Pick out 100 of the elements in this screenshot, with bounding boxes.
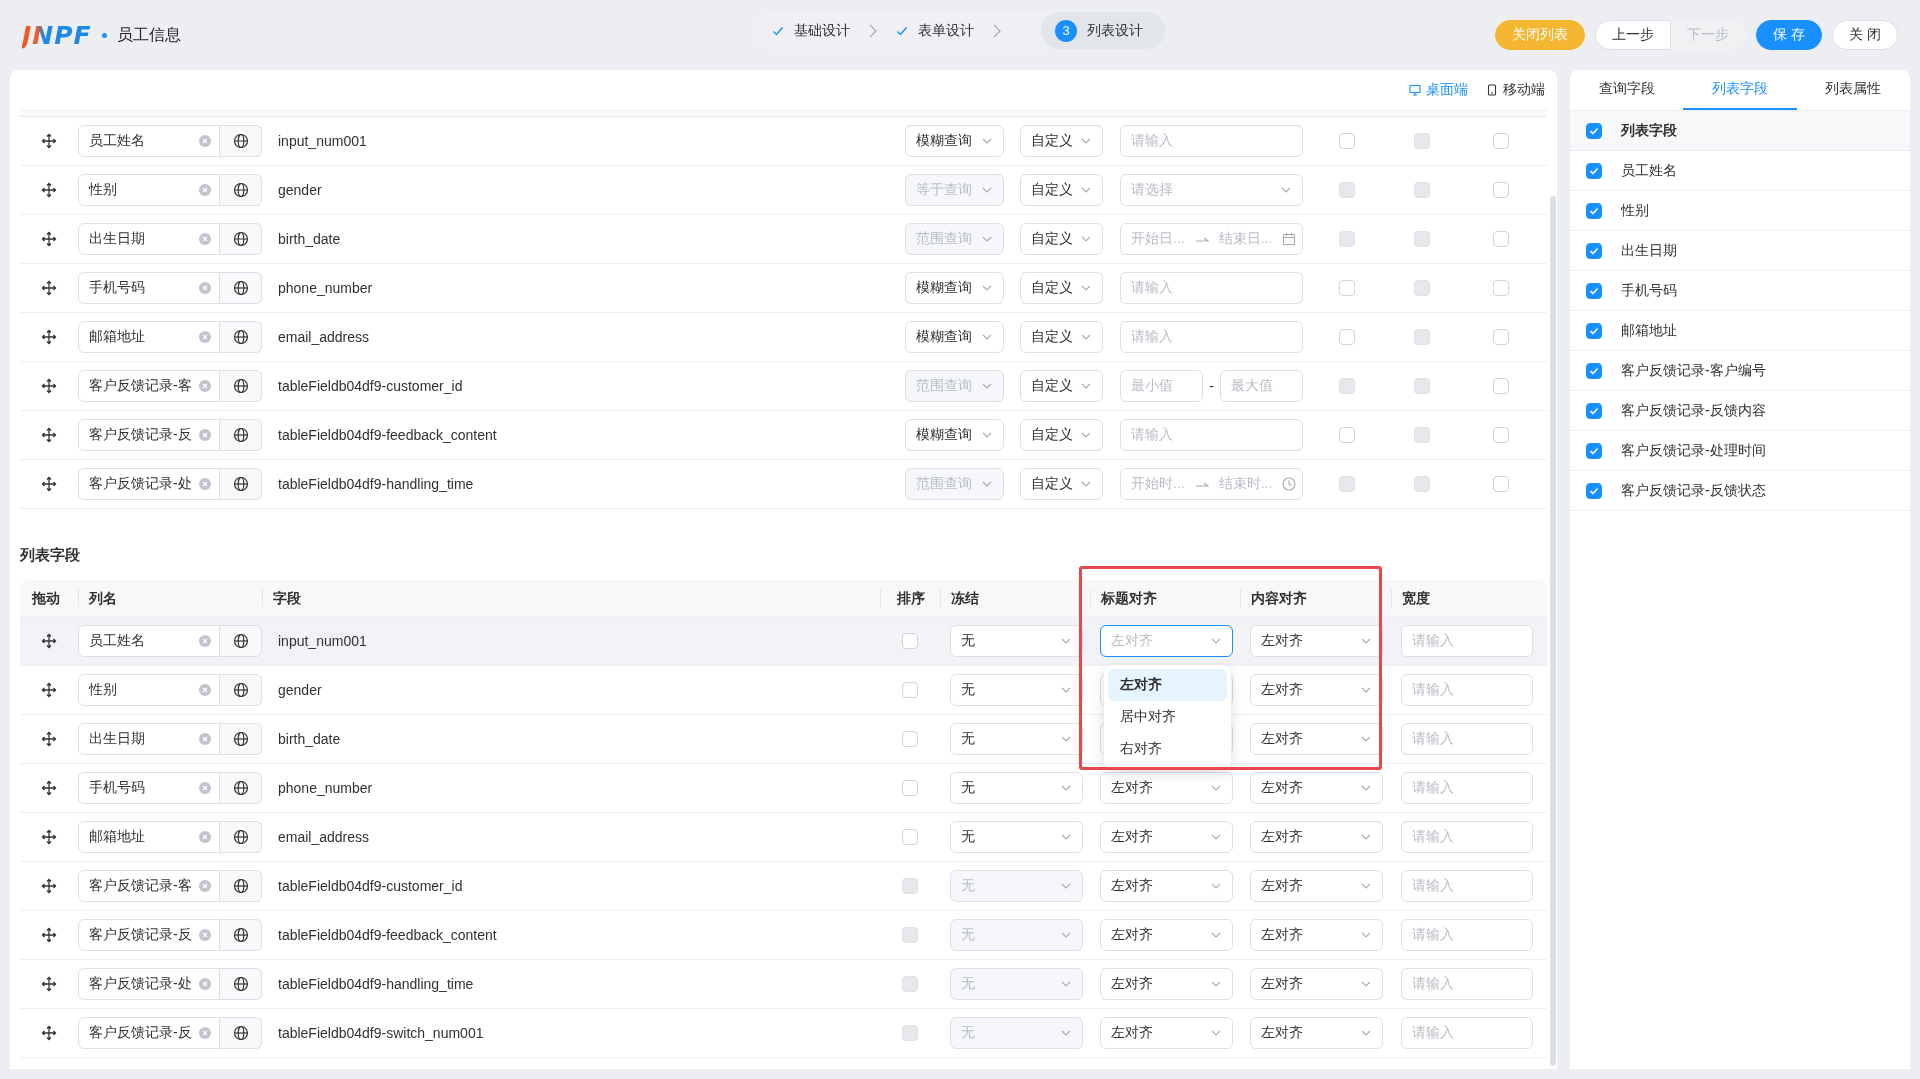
checkbox[interactable] — [1493, 182, 1509, 198]
column-name-field[interactable]: 客户反馈记录-反 — [78, 419, 220, 451]
checkbox[interactable] — [1493, 476, 1509, 492]
match-type-select[interactable]: 模糊查询 — [905, 125, 1004, 157]
clear-icon[interactable] — [199, 282, 211, 294]
checkbox[interactable] — [1339, 329, 1355, 345]
step[interactable]: 表单设计 — [896, 21, 974, 40]
column-name-field[interactable]: 手机号码 — [78, 272, 220, 304]
column-name-field[interactable]: 客户反馈记录-处 — [78, 468, 220, 500]
translate-button[interactable] — [220, 125, 262, 157]
checkbox[interactable] — [902, 682, 918, 698]
clear-icon[interactable] — [199, 929, 211, 941]
translate-button[interactable] — [220, 321, 262, 353]
title-align-select[interactable]: 左对齐 — [1100, 772, 1233, 804]
content-align-select[interactable]: 左对齐 — [1250, 821, 1383, 853]
clear-icon[interactable] — [199, 635, 211, 647]
column-name-field[interactable]: 客户反馈记录-反 — [78, 1017, 220, 1049]
checkbox[interactable] — [1339, 280, 1355, 296]
content-align-select[interactable]: 左对齐 — [1250, 674, 1383, 706]
title-align-select[interactable]: 左对齐 — [1100, 968, 1233, 1000]
move-icon[interactable] — [41, 133, 57, 149]
checkbox[interactable] — [1586, 322, 1602, 339]
translate-button[interactable] — [220, 821, 262, 853]
match-type-select[interactable]: 模糊查询 — [905, 272, 1004, 304]
move-icon[interactable] — [41, 378, 57, 394]
clear-icon[interactable] — [199, 184, 211, 196]
freeze-select[interactable]: 无 — [950, 625, 1083, 657]
checkbox[interactable] — [1493, 133, 1509, 149]
checkbox[interactable] — [902, 633, 918, 649]
translate-button[interactable] — [220, 370, 262, 402]
clear-icon[interactable] — [199, 978, 211, 990]
button[interactable]: 关 闭 — [1832, 20, 1898, 50]
move-icon[interactable] — [41, 231, 57, 247]
checkbox[interactable] — [1586, 402, 1602, 419]
checkbox[interactable] — [1586, 282, 1602, 299]
title-align-select[interactable]: 左对齐 — [1100, 1017, 1233, 1049]
clear-icon[interactable] — [199, 331, 211, 343]
move-icon[interactable] — [41, 280, 57, 296]
translate-button[interactable] — [220, 174, 262, 206]
column-name-field[interactable]: 客户反馈记录-客 — [78, 370, 220, 402]
column-name-field[interactable]: 客户反馈记录-处 — [78, 968, 220, 1000]
translate-button[interactable] — [220, 870, 262, 902]
move-icon[interactable] — [41, 976, 57, 992]
clear-icon[interactable] — [199, 831, 211, 843]
scrollbar[interactable] — [1550, 196, 1556, 1066]
checkbox[interactable] — [902, 780, 918, 796]
step[interactable]: 基础设计 — [772, 21, 850, 40]
dropdown-option[interactable]: 居中对齐 — [1108, 701, 1227, 733]
column-name-field[interactable]: 出生日期 — [78, 223, 220, 255]
column-name-field[interactable]: 客户反馈记录-反 — [78, 919, 220, 951]
title-align-select[interactable]: 左对齐 — [1100, 919, 1233, 951]
translate-button[interactable] — [220, 723, 262, 755]
freeze-select[interactable]: 无 — [950, 674, 1083, 706]
column-name-field[interactable]: 邮箱地址 — [78, 821, 220, 853]
checkbox[interactable] — [902, 829, 918, 845]
clear-icon[interactable] — [199, 233, 211, 245]
clear-icon[interactable] — [199, 380, 211, 392]
freeze-select[interactable]: 无 — [950, 723, 1083, 755]
control-type-select[interactable]: 自定义 — [1020, 468, 1103, 500]
column-name-field[interactable]: 出生日期 — [78, 723, 220, 755]
clear-icon[interactable] — [199, 782, 211, 794]
move-icon[interactable] — [41, 682, 57, 698]
match-type-select[interactable]: 模糊查询 — [905, 419, 1004, 451]
freeze-select[interactable]: 无 — [950, 821, 1083, 853]
checkbox[interactable] — [1586, 442, 1602, 459]
translate-button[interactable] — [220, 419, 262, 451]
match-type-select[interactable]: 模糊查询 — [905, 321, 1004, 353]
column-name-field[interactable]: 性别 — [78, 674, 220, 706]
device-tab[interactable]: 移动端 — [1486, 81, 1545, 99]
checkbox[interactable] — [1586, 122, 1602, 139]
title-align-select[interactable]: 左对齐 — [1100, 821, 1233, 853]
content-align-select[interactable]: 左对齐 — [1250, 723, 1383, 755]
checkbox[interactable] — [1586, 162, 1602, 179]
column-name-field[interactable]: 员工姓名 — [78, 625, 220, 657]
clear-icon[interactable] — [199, 733, 211, 745]
translate-button[interactable] — [220, 1017, 262, 1049]
checkbox[interactable] — [1339, 427, 1355, 443]
control-type-select[interactable]: 自定义 — [1020, 419, 1103, 451]
move-icon[interactable] — [41, 829, 57, 845]
content-align-select[interactable]: 左对齐 — [1250, 772, 1383, 804]
content-align-select[interactable]: 左对齐 — [1250, 1017, 1383, 1049]
checkbox[interactable] — [1493, 280, 1509, 296]
translate-button[interactable] — [220, 272, 262, 304]
checkbox[interactable] — [1493, 329, 1509, 345]
column-name-field[interactable]: 手机号码 — [78, 772, 220, 804]
dropdown-option[interactable]: 左对齐 — [1108, 669, 1227, 701]
move-icon[interactable] — [41, 1025, 57, 1041]
column-name-field[interactable]: 员工姓名 — [78, 125, 220, 157]
checkbox[interactable] — [902, 731, 918, 747]
clear-icon[interactable] — [199, 135, 211, 147]
move-icon[interactable] — [41, 427, 57, 443]
content-align-select[interactable]: 左对齐 — [1250, 625, 1383, 657]
clear-icon[interactable] — [199, 684, 211, 696]
button[interactable]: 上一步 — [1595, 20, 1672, 50]
column-name-field[interactable]: 性别 — [78, 174, 220, 206]
control-type-select[interactable]: 自定义 — [1020, 174, 1103, 206]
freeze-select[interactable]: 无 — [950, 772, 1083, 804]
translate-button[interactable] — [220, 468, 262, 500]
content-align-select[interactable]: 左对齐 — [1250, 968, 1383, 1000]
title-align-select[interactable]: 左对齐 — [1100, 870, 1233, 902]
